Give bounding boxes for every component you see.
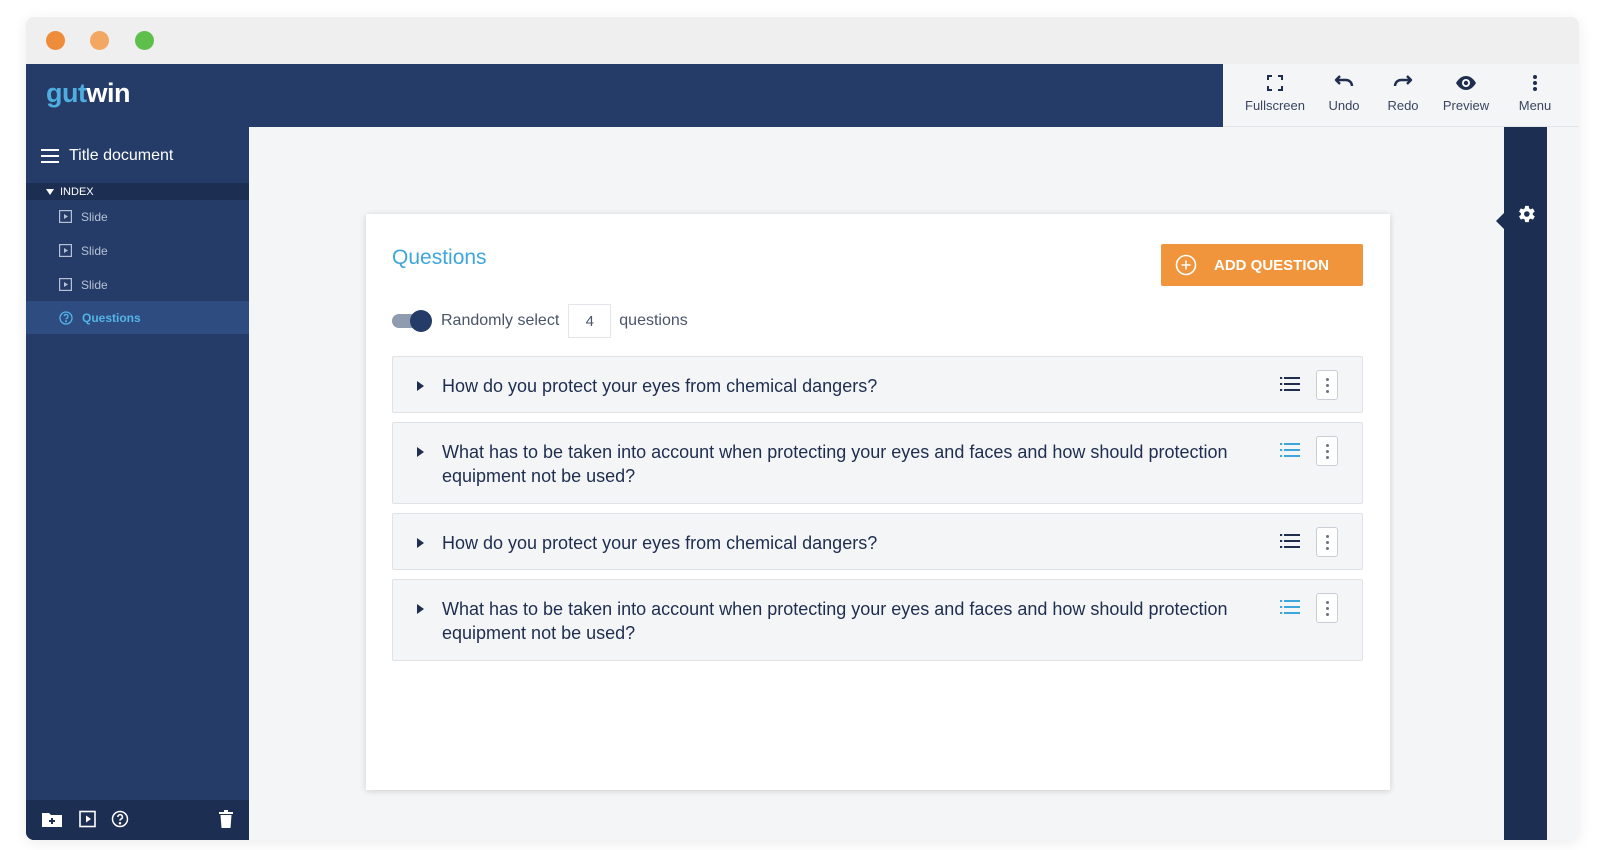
- editor-toolbar: Fullscreen Undo Redo Preview Menu: [1223, 64, 1579, 127]
- sidebar-item-label: Slide: [81, 209, 108, 224]
- logo-text-part1: gut: [46, 78, 87, 108]
- gutwin-logo[interactable]: gutwin: [46, 78, 130, 109]
- page-title: Questions: [392, 246, 487, 269]
- random-select-label: Randomly select: [441, 312, 560, 329]
- document-title-row[interactable]: Title document: [41, 147, 173, 165]
- undo-label: Undo: [1328, 98, 1360, 113]
- answers-list-icon[interactable]: [1280, 377, 1300, 396]
- preview-label: Preview: [1442, 98, 1490, 113]
- sidebar-item-slide-2[interactable]: Slide: [26, 234, 249, 267]
- hamburger-icon[interactable]: [41, 149, 59, 163]
- fullscreen-button[interactable]: Fullscreen: [1245, 74, 1305, 113]
- slide-icon: [59, 210, 72, 223]
- toggle-knob: [410, 310, 432, 332]
- question-text: How do you protect your eyes from chemic…: [442, 533, 878, 553]
- add-question-button[interactable]: ADD QUESTION: [1161, 244, 1363, 286]
- menu-button[interactable]: Menu: [1515, 74, 1555, 113]
- window-maximize-dot[interactable]: [135, 31, 154, 50]
- eye-icon: [1456, 76, 1476, 90]
- sidebar-item-questions[interactable]: Questions: [26, 301, 249, 334]
- question-row-3[interactable]: How do you protect your eyes from chemic…: [392, 513, 1363, 570]
- plus-circle-icon: [1175, 254, 1197, 276]
- sidebar-item-slide-1[interactable]: Slide: [26, 200, 249, 233]
- window-close-dot[interactable]: [46, 31, 65, 50]
- expand-arrow-icon[interactable]: [417, 447, 424, 457]
- preview-button[interactable]: Preview: [1438, 74, 1494, 113]
- add-folder-icon[interactable]: [41, 810, 63, 833]
- sidebar-footer: [26, 800, 249, 840]
- index-label: INDEX: [60, 185, 94, 198]
- answers-list-icon[interactable]: [1280, 600, 1300, 619]
- question-options-button[interactable]: [1316, 436, 1338, 466]
- question-text: How do you protect your eyes from chemic…: [442, 376, 878, 396]
- question-row-1[interactable]: How do you protect your eyes from chemic…: [392, 356, 1363, 413]
- caret-down-icon: [46, 188, 54, 195]
- logo-text-part2: win: [86, 78, 130, 108]
- add-question-icon[interactable]: [111, 810, 129, 833]
- fullscreen-icon: [1267, 75, 1283, 91]
- answers-list-icon[interactable]: [1280, 534, 1300, 553]
- fullscreen-label: Fullscreen: [1245, 98, 1305, 113]
- sidebar-item-label: Slide: [81, 243, 108, 258]
- random-select-toggle[interactable]: [392, 310, 432, 332]
- question-options-button[interactable]: [1316, 370, 1338, 400]
- question-options-button[interactable]: [1316, 593, 1338, 623]
- window-minimize-dot[interactable]: [90, 31, 109, 50]
- settings-panel-rail: [1496, 127, 1547, 840]
- question-options-button[interactable]: [1316, 527, 1338, 557]
- answers-list-icon[interactable]: [1280, 443, 1300, 462]
- question-text: What has to be taken into account when p…: [442, 599, 1228, 643]
- gear-icon[interactable]: [1515, 203, 1537, 230]
- question-text: What has to be taken into account when p…: [442, 442, 1228, 486]
- question-row-2[interactable]: What has to be taken into account when p…: [392, 422, 1363, 504]
- sidebar: Title document INDEX Slide Slide Slide Q…: [26, 127, 249, 840]
- random-select-row: Randomly select questions: [392, 303, 688, 339]
- menu-label: Menu: [1518, 98, 1552, 113]
- top-header: gutwin: [26, 64, 1223, 127]
- expand-arrow-icon[interactable]: [417, 604, 424, 614]
- expand-arrow-icon[interactable]: [417, 538, 424, 548]
- undo-icon: [1334, 75, 1354, 87]
- redo-label: Redo: [1387, 98, 1419, 113]
- sidebar-item-label: Questions: [82, 310, 141, 325]
- sidebar-item-slide-3[interactable]: Slide: [26, 268, 249, 301]
- expand-arrow-icon[interactable]: [417, 381, 424, 391]
- random-select-suffix: questions: [619, 312, 688, 329]
- document-title: Title document: [69, 147, 174, 164]
- panel-tab-pointer: [1496, 213, 1504, 229]
- redo-icon: [1393, 75, 1413, 87]
- question-count-input[interactable]: [568, 304, 612, 338]
- sidebar-item-label: Slide: [81, 277, 108, 292]
- questions-card: Questions ADD QUESTION Randomly select q…: [366, 214, 1390, 790]
- question-row-4[interactable]: What has to be taken into account when p…: [392, 579, 1363, 661]
- question-circle-icon: [59, 310, 73, 325]
- vertical-dots-icon: [1533, 75, 1537, 91]
- undo-button[interactable]: Undo: [1324, 74, 1364, 113]
- slide-icon: [59, 278, 72, 291]
- index-header[interactable]: INDEX: [26, 183, 249, 200]
- slide-icon: [59, 244, 72, 257]
- window-titlebar: [26, 17, 1579, 64]
- add-question-label: ADD QUESTION: [1214, 256, 1330, 274]
- trash-icon[interactable]: [219, 810, 233, 833]
- app-window: gutwin Fullscreen Undo Redo Preview Menu…: [26, 17, 1579, 840]
- add-slide-icon[interactable]: [79, 810, 97, 833]
- redo-button[interactable]: Redo: [1383, 74, 1423, 113]
